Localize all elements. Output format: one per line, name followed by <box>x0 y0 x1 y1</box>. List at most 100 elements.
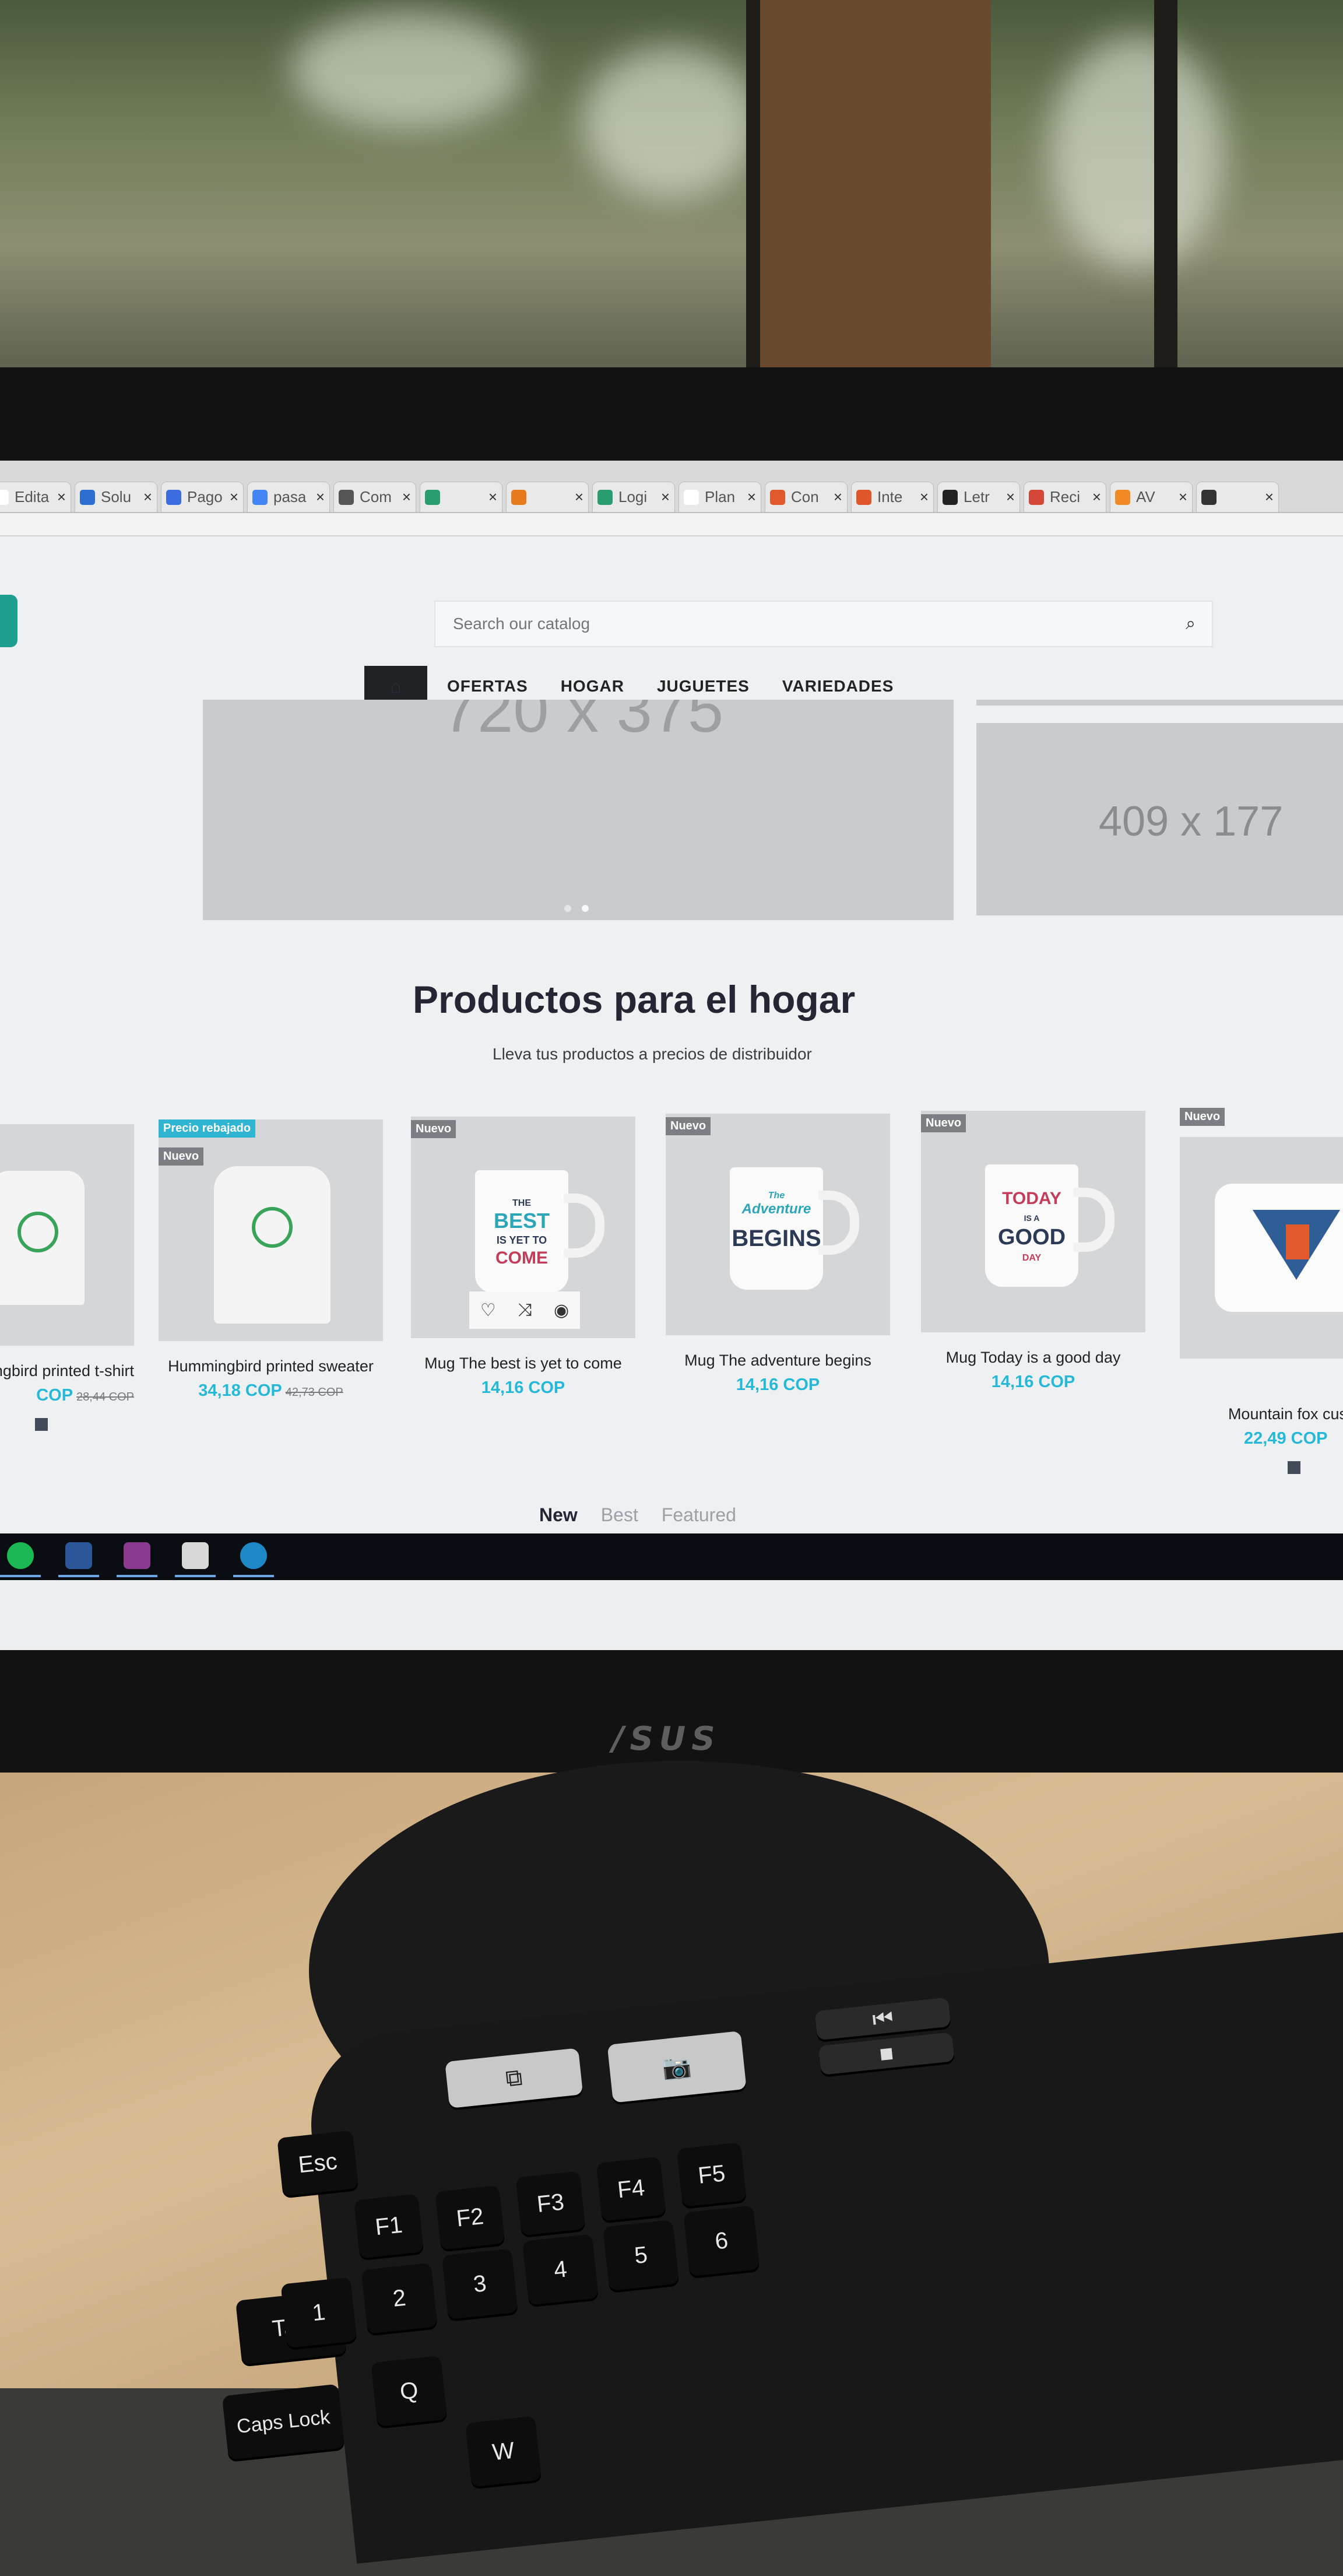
section-subtitle: Lleva tus productos a precios de distrib… <box>493 1045 812 1063</box>
document-icon <box>684 489 699 505</box>
slider-dot[interactable] <box>564 905 571 912</box>
product-name[interactable]: Hummingbird printed sweater <box>159 1357 383 1375</box>
close-icon[interactable]: × <box>1265 488 1274 506</box>
taskbar-winrar[interactable] <box>117 1536 157 1577</box>
key-2[interactable]: 2 <box>361 2262 438 2334</box>
menu-item-ofertas[interactable]: OFERTAS <box>447 677 528 696</box>
browser-tab[interactable]: Com × <box>333 482 416 512</box>
key-f5[interactable]: F5 <box>676 2142 747 2208</box>
close-icon[interactable]: × <box>316 488 325 506</box>
product-name[interactable]: ngbird printed t-shirt <box>0 1362 134 1380</box>
key-f2[interactable]: F2 <box>435 2185 505 2250</box>
key-6[interactable]: 6 <box>683 2205 760 2277</box>
browser-tab[interactable]: Logi × <box>592 482 675 512</box>
color-swatch[interactable] <box>35 1418 48 1431</box>
product-name[interactable]: Mug The best is yet to come <box>411 1354 635 1373</box>
product-image[interactable]: Nuevo <box>1180 1108 1343 1359</box>
close-icon[interactable]: × <box>834 488 842 506</box>
zoho-icon <box>597 489 613 505</box>
windows-taskbar <box>0 1533 1343 1580</box>
key-3[interactable]: 3 <box>441 2248 518 2320</box>
shop-logo[interactable] <box>0 595 17 647</box>
browser-tab[interactable]: Reci × <box>1024 482 1106 512</box>
search-input[interactable] <box>452 614 1186 634</box>
symfony-icon <box>943 489 958 505</box>
wishlist-heart-icon[interactable]: ♡ <box>480 1300 496 1321</box>
close-icon[interactable]: × <box>143 488 152 506</box>
new-flag: Nuevo <box>159 1147 204 1166</box>
product-image[interactable]: Nuevo The Adventure BEGINS <box>666 1114 890 1335</box>
close-icon[interactable]: × <box>230 488 238 506</box>
taskbar-spotify[interactable] <box>0 1536 41 1577</box>
close-icon[interactable]: × <box>1006 488 1015 506</box>
key-1[interactable]: 1 <box>280 2277 357 2349</box>
product-card[interactable]: ngbird printed t-shirt COP 28,44 COP <box>0 1124 134 1431</box>
product-card[interactable]: Nuevo The Adventure BEGINS Mug The adven… <box>666 1114 890 1395</box>
browser-tab[interactable]: × <box>1196 482 1279 512</box>
browser-tab[interactable]: Letr × <box>937 482 1020 512</box>
color-swatch[interactable] <box>1288 1461 1300 1475</box>
menu-item-juguetes[interactable]: JUGUETES <box>657 677 750 696</box>
browser-tab[interactable]: Edita × <box>0 482 71 512</box>
browser-tab[interactable]: × <box>420 482 502 512</box>
browser-tab[interactable]: Pago × <box>161 482 244 512</box>
blue-square-icon <box>80 489 95 505</box>
browser-tab[interactable]: × <box>506 482 589 512</box>
taskbar-browser[interactable] <box>233 1536 274 1577</box>
product-price: 14,16 COP <box>481 1378 565 1398</box>
slider-dot-active[interactable] <box>582 905 589 912</box>
close-icon[interactable]: × <box>488 488 497 506</box>
product-name[interactable]: Mountain fox cush <box>1180 1405 1343 1423</box>
media-key[interactable]: ⧉ <box>445 2048 583 2108</box>
close-icon[interactable]: × <box>1092 488 1101 506</box>
key-5[interactable]: 5 <box>603 2220 680 2291</box>
browser-tab[interactable]: Plan × <box>678 482 761 512</box>
product-card[interactable]: Nuevo Mountain fox cush 22,49 COP <box>1180 1108 1343 1475</box>
stop-key[interactable]: ■ <box>818 2032 955 2075</box>
close-icon[interactable]: × <box>575 488 583 506</box>
menu-item-variedades[interactable]: VARIEDADES <box>782 677 894 696</box>
product-card[interactable]: Precio rebajado Nuevo Hummingbird printe… <box>159 1119 383 1401</box>
close-icon[interactable]: × <box>661 488 670 506</box>
compare-shuffle-icon[interactable]: ⤨ <box>518 1300 532 1320</box>
close-icon[interactable]: × <box>747 488 756 506</box>
taskbar-word[interactable] <box>58 1536 99 1577</box>
key-4[interactable]: 4 <box>522 2234 599 2305</box>
close-icon[interactable]: × <box>57 488 66 506</box>
browser-tab-label: Pago <box>187 488 223 506</box>
product-name[interactable]: Mug The adventure begins <box>666 1352 890 1370</box>
browser-tab[interactable]: Con × <box>765 482 848 512</box>
close-icon[interactable]: × <box>402 488 411 506</box>
key-caps-lock[interactable]: Caps Lock <box>222 2384 345 2460</box>
camera-key[interactable]: 📷 <box>607 2031 747 2103</box>
browser-tab-label: pasa <box>273 488 307 506</box>
browser-tab[interactable]: Inte × <box>851 482 934 512</box>
product-image[interactable]: Nuevo THE BEST IS YET TO COME ♡ ⤨ ◉ <box>411 1117 635 1338</box>
key-w[interactable]: W <box>465 2416 542 2487</box>
browser-tab[interactable]: Solu × <box>75 482 157 512</box>
product-name[interactable]: Mug Today is a good day <box>921 1349 1145 1367</box>
menu-item-hogar[interactable]: HOGAR <box>561 677 624 696</box>
key-f1[interactable]: F1 <box>354 2194 424 2259</box>
quick-view-eye-icon[interactable]: ◉ <box>554 1300 569 1321</box>
hero-slider[interactable]: 720 x 375 <box>203 700 954 920</box>
taskbar-photos[interactable] <box>175 1536 216 1577</box>
key-esc[interactable]: Esc <box>277 2130 358 2196</box>
product-card[interactable]: Nuevo THE BEST IS YET TO COME ♡ ⤨ ◉ Mug … <box>411 1117 635 1398</box>
product-image[interactable]: Precio rebajado Nuevo <box>159 1119 383 1341</box>
browser-tab[interactable]: AV × <box>1110 482 1193 512</box>
product-price: 14,16 COP <box>991 1373 1075 1392</box>
product-image[interactable] <box>0 1124 134 1346</box>
rocket-icon <box>856 489 871 505</box>
product-image[interactable]: Nuevo TODAY IS A GOOD DAY <box>921 1111 1145 1332</box>
key-f4[interactable]: F4 <box>596 2156 666 2221</box>
browser-tab[interactable]: pasa × <box>247 482 330 512</box>
search-icon[interactable]: ⌕ <box>1186 614 1196 634</box>
close-icon[interactable]: × <box>920 488 929 506</box>
side-banner[interactable]: 409 x 177 <box>976 723 1343 915</box>
browser-tab-label: Solu <box>101 488 132 506</box>
close-icon[interactable]: × <box>1179 488 1187 506</box>
key-f3[interactable]: F3 <box>515 2171 586 2236</box>
key-q[interactable]: Q <box>371 2355 448 2427</box>
product-card[interactable]: Nuevo TODAY IS A GOOD DAY Mug Today is a… <box>921 1111 1145 1392</box>
